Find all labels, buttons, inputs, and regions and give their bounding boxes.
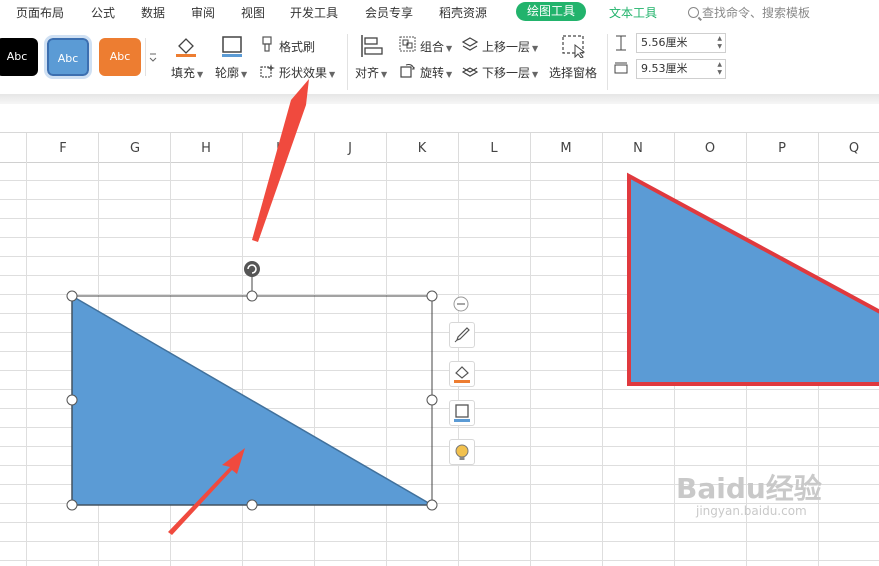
watermark-url: jingyan.baidu.com [696,504,807,518]
resize-handle[interactable] [66,499,78,511]
fill-bucket-icon [454,366,470,383]
resize-handle[interactable] [426,499,438,511]
quick-style-button[interactable] [449,322,475,348]
brush-icon [454,327,470,343]
resize-handle[interactable] [426,394,438,406]
watermark: Baidu经验 jingyan.baidu.com [676,472,822,519]
resize-handle[interactable] [246,499,258,511]
outline-icon [454,404,470,422]
rotate-handle-icon[interactable] [244,261,260,277]
triangle-shape-selected[interactable] [71,294,435,506]
watermark-logo: Baidu经验 [676,472,822,505]
resize-handle[interactable] [426,290,438,302]
lightbulb-icon [455,444,469,460]
triangle-shape-red-outline[interactable] [627,172,879,386]
collapse-toolbar-icon[interactable] [453,296,469,312]
resize-handle[interactable] [66,394,78,406]
resize-handle[interactable] [246,290,258,302]
quick-outline-button[interactable] [449,400,475,426]
annotation-arrow-up [252,79,309,242]
quick-fill-button[interactable] [449,361,475,387]
quick-effects-button[interactable] [449,439,475,465]
resize-handle[interactable] [66,290,78,302]
